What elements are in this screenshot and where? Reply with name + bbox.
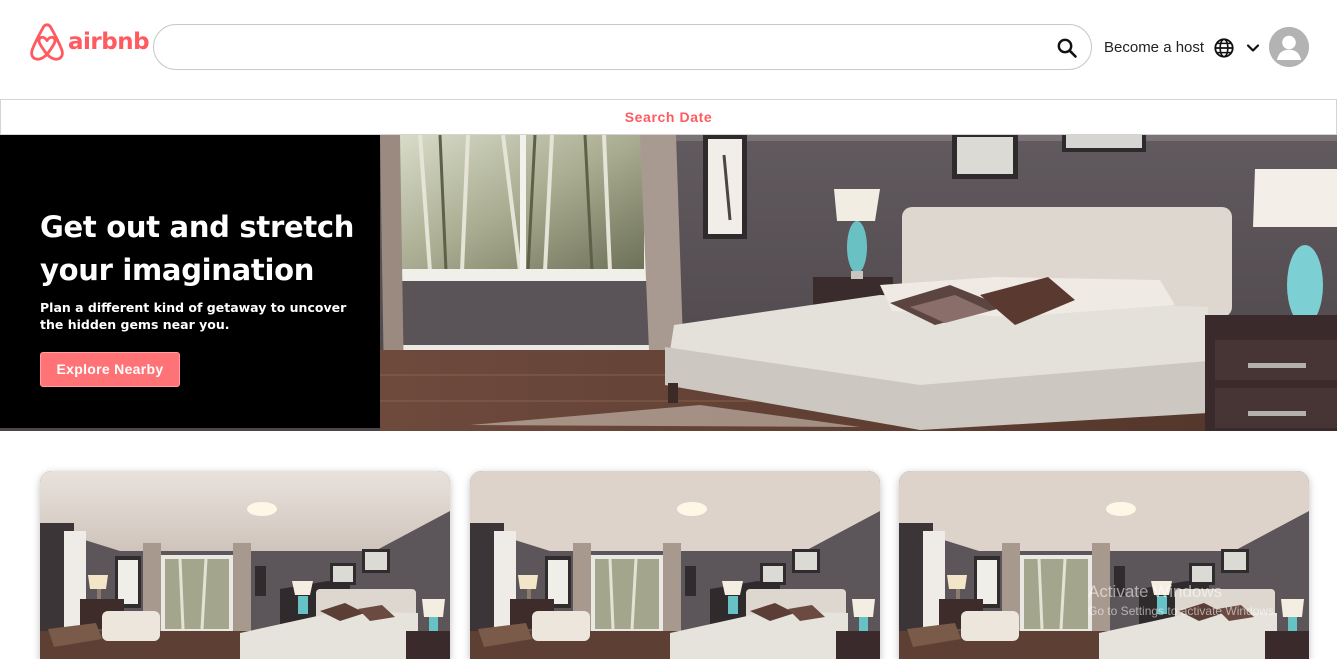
airbnb-logo[interactable]: airbnb	[28, 21, 150, 63]
listing-card[interactable]	[899, 471, 1309, 659]
search-date-button[interactable]: Search Date	[0, 99, 1337, 135]
user-avatar-icon	[1269, 27, 1309, 67]
hero-text-panel: Get out and stretch your imagination Pla…	[0, 135, 380, 428]
hero-title: Get out and stretch your imagination	[40, 210, 355, 287]
top-navbar: airbnb Become a host	[0, 0, 1337, 95]
explore-nearby-button[interactable]: Explore Nearby	[40, 352, 180, 387]
search-bar	[153, 24, 1092, 70]
chevron-down-icon[interactable]	[1243, 38, 1263, 58]
search-input[interactable]	[172, 33, 1042, 63]
user-avatar[interactable]	[1269, 27, 1309, 67]
hero-banner: Get out and stretch your imagination Pla…	[0, 135, 1337, 431]
listing-card[interactable]	[470, 471, 880, 659]
hero-subtitle: Plan a different kind of getaway to unco…	[40, 300, 347, 332]
bedroom-photo	[899, 471, 1309, 659]
listing-card[interactable]	[40, 471, 450, 659]
logo-text: airbnb	[68, 29, 150, 55]
globe-icon[interactable]	[1213, 37, 1235, 59]
bedroom-photo	[470, 471, 880, 659]
become-a-host-link[interactable]: Become a host	[1104, 39, 1204, 56]
bedroom-photo	[40, 471, 450, 659]
airbnb-logo-icon	[30, 23, 64, 61]
search-icon[interactable]	[1055, 36, 1079, 60]
